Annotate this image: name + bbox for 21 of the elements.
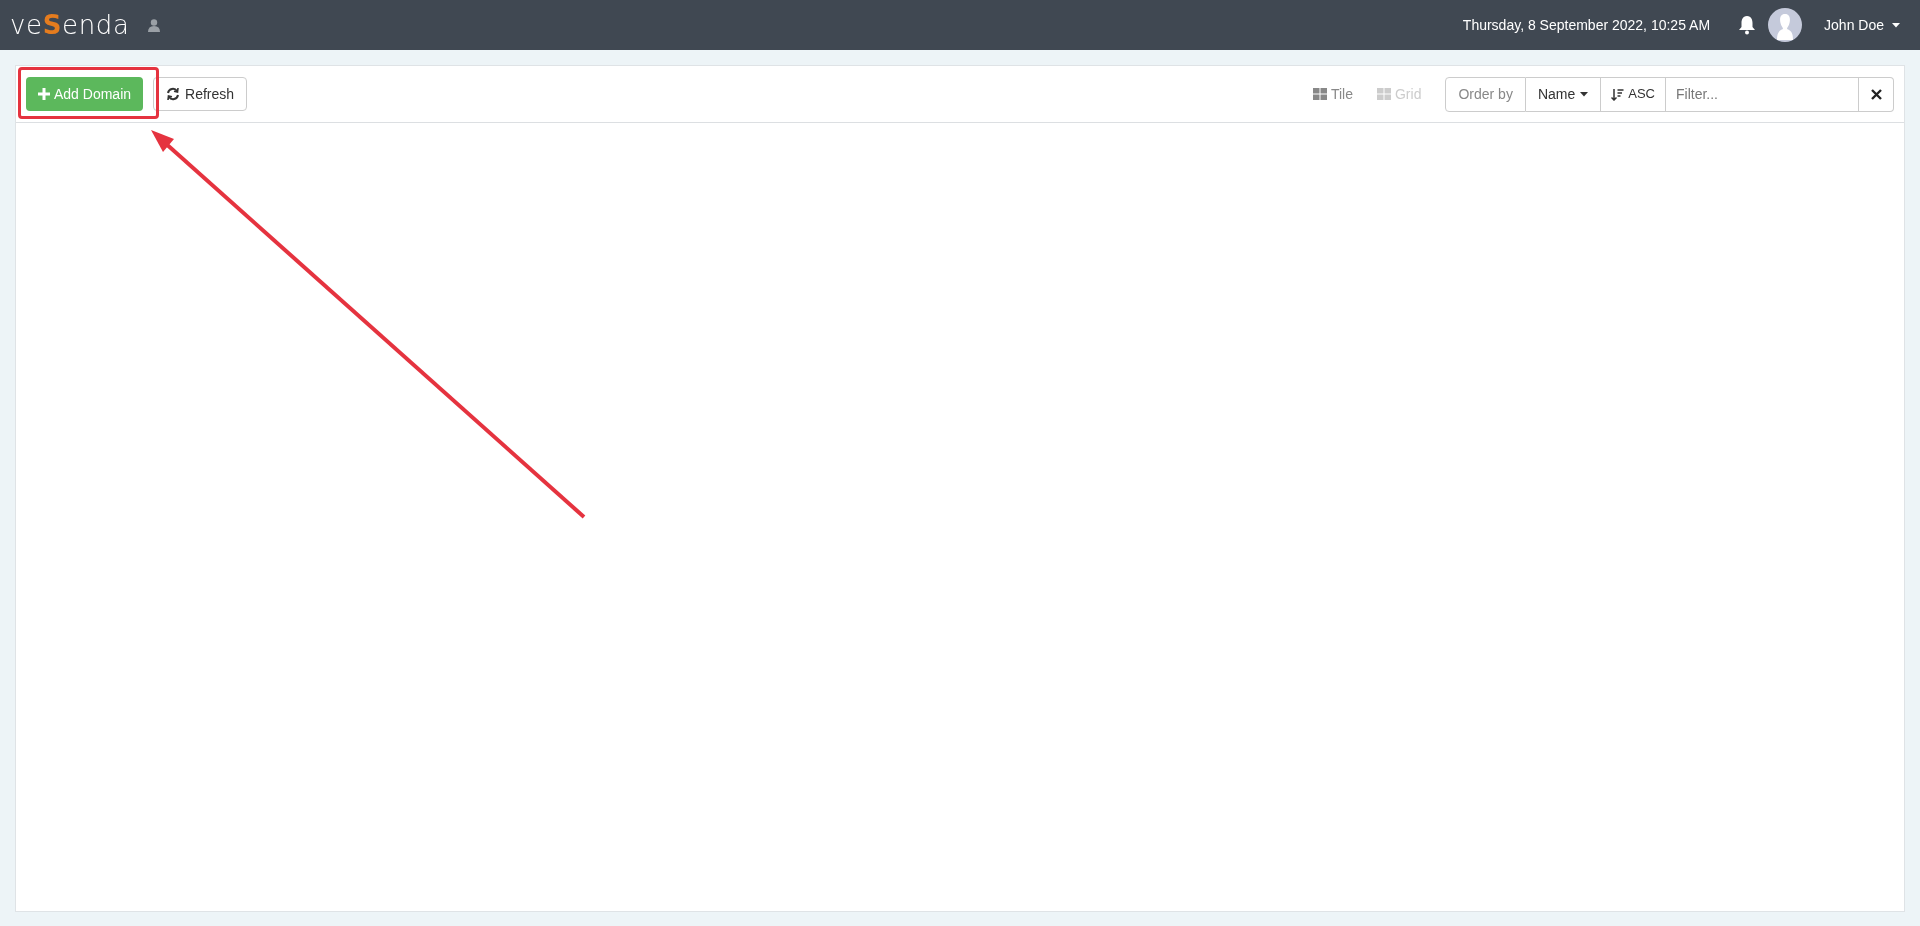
caret-icon [1892,22,1900,28]
caret-icon [1580,91,1589,97]
clear-filter-button[interactable] [1859,76,1894,112]
tiles-icon [1312,88,1327,100]
user-menu[interactable]: John Doe [1824,14,1900,36]
refresh-button[interactable]: Refresh [153,77,248,111]
user-icon[interactable] [147,18,160,32]
avatar-icon[interactable] [1768,8,1803,42]
bell-icon[interactable] [1738,15,1757,35]
plus-icon [38,88,50,100]
table-icon [1377,88,1391,100]
logo[interactable]: veSenda [10,12,130,38]
sort-direction-button[interactable]: ASC [1601,76,1666,112]
sort-icon [1611,87,1625,101]
filter-field[interactable]: Filter... [1666,76,1859,112]
order-by-label: Order by [1445,76,1526,112]
view-toggle[interactable]: Tile [1312,83,1353,105]
sort-field-dropdown[interactable]: Name [1525,76,1602,112]
refresh-icon [166,87,181,101]
close-icon [1870,88,1882,100]
date-time: Thursday, 8 September 2022, 10:25 AM [1462,15,1711,35]
